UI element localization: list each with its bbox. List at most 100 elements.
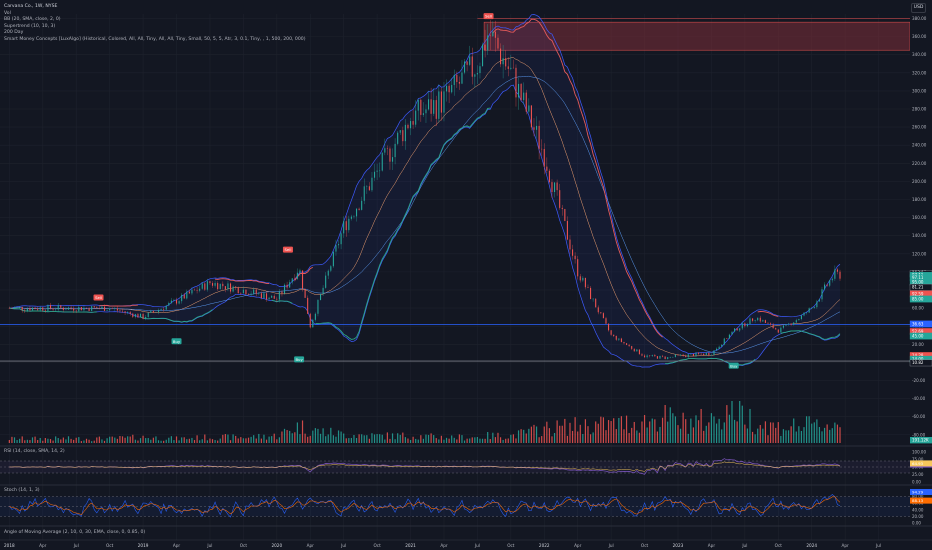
candle-body xyxy=(353,216,355,217)
volume-bar xyxy=(21,436,23,443)
volume-bar xyxy=(271,436,273,443)
candle-body xyxy=(628,344,630,347)
volume-bar xyxy=(718,418,720,443)
volume-bar xyxy=(8,439,10,443)
candle-body xyxy=(371,177,373,191)
price-axis-label: 300.00 xyxy=(912,88,927,93)
candle-body xyxy=(397,132,399,144)
candle-body xyxy=(834,269,836,279)
legend-supertrend[interactable]: Supertrend (10, 10, 3) xyxy=(4,24,306,31)
rsi-pane-label[interactable]: RSI (14, close, SMA, 14, 2) xyxy=(4,449,65,454)
volume-bar xyxy=(829,429,831,443)
candle-body xyxy=(114,308,116,309)
legend-200day[interactable]: 200 Day xyxy=(4,30,306,37)
ama-pane-label[interactable]: Angle of Moving Average (2, 10, 0, 30, E… xyxy=(4,530,145,535)
candle-body xyxy=(142,313,144,319)
candle-body xyxy=(42,307,44,311)
stoch-axis-label: 20.00 xyxy=(912,514,924,519)
legend-smc[interactable]: Smart Money Concepts [LuxAlgo] (Historic… xyxy=(4,37,306,44)
candle-body xyxy=(651,355,653,356)
candle-body xyxy=(525,92,527,112)
stoch-axis-label: 0.00 xyxy=(912,521,921,526)
candle-body xyxy=(546,166,548,171)
candle-body xyxy=(772,324,774,329)
volume-bar xyxy=(330,427,332,443)
candle-body xyxy=(139,313,142,318)
volume-bar xyxy=(548,428,551,443)
candle-body xyxy=(533,127,535,130)
volume-bar xyxy=(417,439,419,443)
candle-body xyxy=(788,323,790,325)
candle-body xyxy=(253,289,255,294)
candle-body xyxy=(417,99,419,111)
candle-body xyxy=(487,35,489,51)
candle-body xyxy=(247,294,250,295)
price-axis-label: 60.00 xyxy=(912,306,924,311)
time-axis-label: Apr xyxy=(708,543,716,548)
candle-body xyxy=(456,74,458,82)
currency-button[interactable]: USD xyxy=(911,3,926,13)
volume-bar xyxy=(273,433,275,443)
candle-body xyxy=(88,308,90,311)
price-tag-label: 81.21 xyxy=(912,285,924,290)
volume-bar xyxy=(440,435,442,443)
price-chart[interactable]: Sell Buy Sell Buy Sell Buy 380.00 360.00 340.00 3… xyxy=(0,0,932,550)
legend-bb[interactable]: BB (20, SMA, close, 2, 0) xyxy=(4,17,306,24)
candle-body xyxy=(16,307,18,308)
volume-bar xyxy=(47,438,49,443)
stoch-pane-label[interactable]: Stoch (14, 1, 3) xyxy=(4,488,40,493)
candle-body xyxy=(355,208,358,217)
candle-body xyxy=(569,239,571,250)
volume-bar xyxy=(695,415,697,443)
candle-body xyxy=(613,334,615,336)
volume-bar xyxy=(26,439,28,443)
volume-bar xyxy=(685,419,687,443)
rsi-tag-label: 64.93 xyxy=(912,461,924,466)
price-axis-label: 240.00 xyxy=(912,143,927,148)
candle-body xyxy=(700,353,702,355)
volume-bar xyxy=(39,437,41,443)
volume-bar xyxy=(98,436,100,443)
candle-body xyxy=(229,283,232,292)
candle-body xyxy=(111,308,113,309)
volume-bar xyxy=(821,431,823,443)
candle-body xyxy=(551,182,553,193)
candle-body xyxy=(60,305,62,308)
candle-body xyxy=(420,99,422,115)
volume-bar xyxy=(564,418,566,443)
candle-body xyxy=(96,307,98,309)
candle-body xyxy=(155,311,157,313)
time-axis-label: Apr xyxy=(440,543,448,548)
volume-bar xyxy=(538,437,540,443)
volume-bar xyxy=(502,439,504,443)
candle-body xyxy=(368,186,370,191)
volume-bar xyxy=(407,438,409,443)
time-axis-label: Apr xyxy=(574,543,582,548)
candle-body xyxy=(150,311,152,313)
volume-bar xyxy=(456,439,458,443)
candle-body xyxy=(129,312,131,314)
volume-bar xyxy=(348,438,350,443)
candle-body xyxy=(484,44,486,51)
candle-body xyxy=(327,270,329,276)
candle-body xyxy=(206,281,208,290)
volume-bar xyxy=(641,421,643,443)
candle-body xyxy=(816,301,818,308)
candle-body xyxy=(430,99,432,114)
candle-body xyxy=(731,331,733,335)
candle-body xyxy=(145,316,147,319)
price-tag-label: 85.00 xyxy=(912,296,924,301)
volume-bar xyxy=(811,423,813,443)
candle-body xyxy=(559,190,561,208)
candle-body xyxy=(204,283,206,290)
volume-bar xyxy=(834,422,836,443)
volume-bar xyxy=(803,427,805,443)
volume-bar xyxy=(595,421,597,443)
price-axis-label: -40.00 xyxy=(912,396,926,401)
candle-body xyxy=(808,308,810,313)
candle-body xyxy=(507,66,509,69)
candle-body xyxy=(304,288,306,298)
rsi-axis-label: 25.00 xyxy=(912,472,924,477)
candle-body xyxy=(132,313,134,317)
candle-body xyxy=(165,305,167,310)
